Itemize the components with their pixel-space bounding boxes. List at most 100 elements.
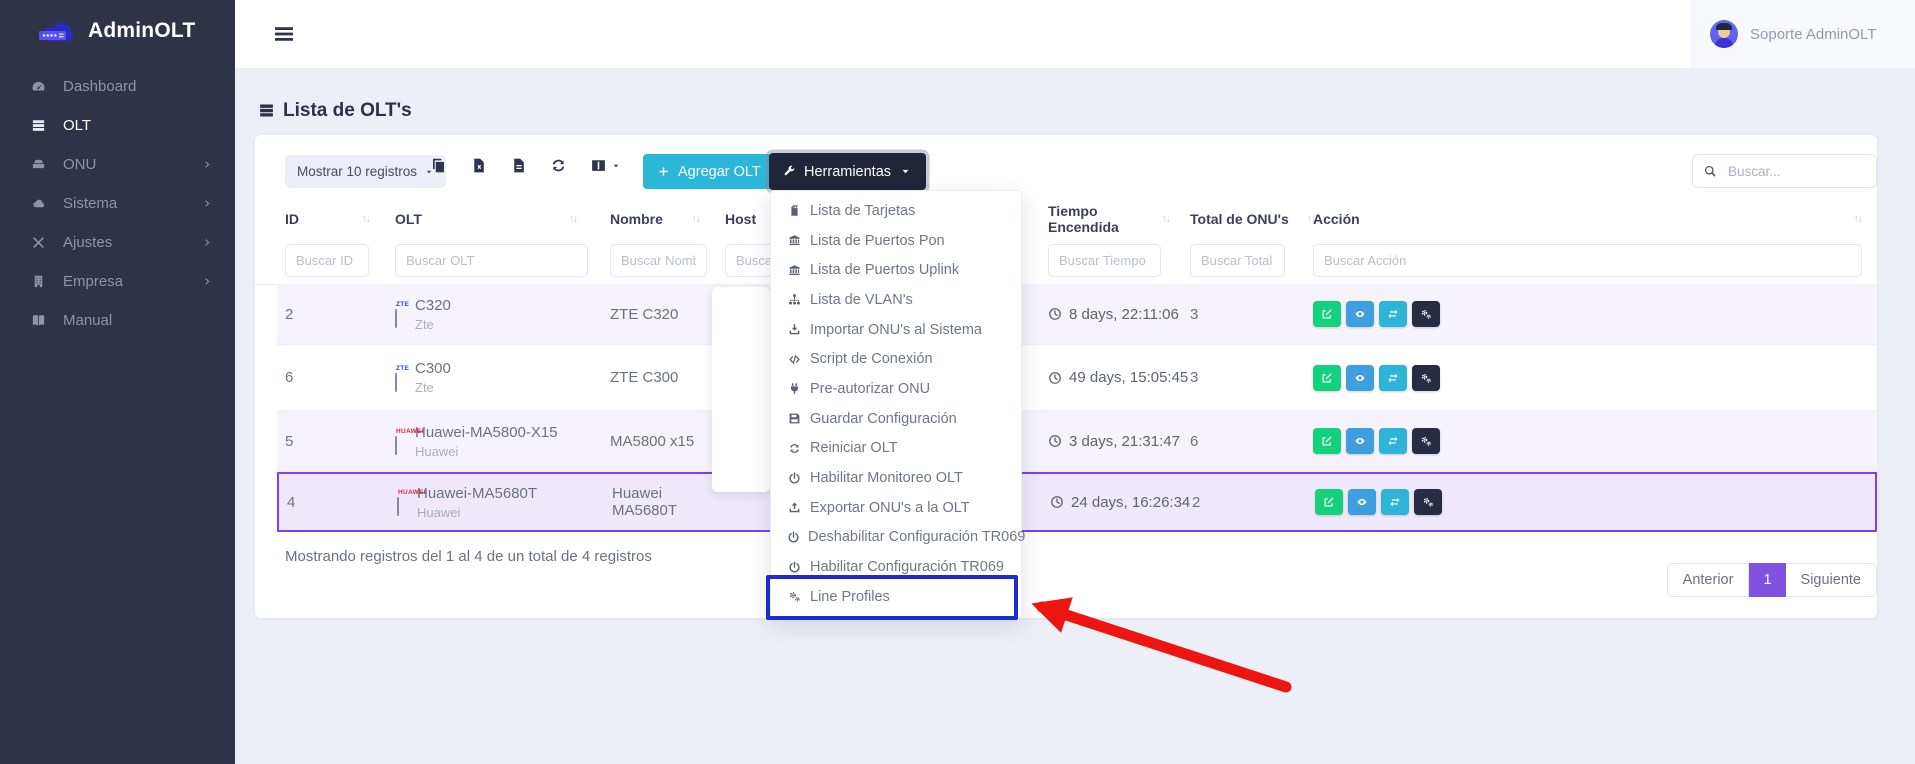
filter-total-input[interactable] xyxy=(1190,244,1285,277)
filter-olt-input[interactable] xyxy=(395,244,588,277)
olt-settings-button[interactable] xyxy=(1412,428,1440,454)
bank-icon xyxy=(787,264,802,277)
filter-nombre-input[interactable] xyxy=(610,244,707,277)
sync-onus-button[interactable] xyxy=(1379,301,1407,327)
exch-icon xyxy=(1387,372,1399,384)
search-input[interactable] xyxy=(1726,163,1907,180)
page-title-text: Lista de OLT's xyxy=(283,100,412,122)
menu-item-habilitar-monitoreo-olt[interactable]: Habilitar Monitoreo OLT xyxy=(771,463,1021,493)
sidebar-item-label: Sistema xyxy=(63,195,202,212)
filter-tiempo-input[interactable] xyxy=(1048,244,1161,277)
sidebar-item-olt[interactable]: OLT xyxy=(0,106,235,145)
caret-down-icon xyxy=(899,165,912,178)
menu-item-label: Habilitar Monitoreo OLT xyxy=(810,470,963,486)
sidebar-item-empresa[interactable]: Empresa xyxy=(0,262,235,301)
table-row[interactable]: 6ZTEC300ZteZTE C30049 days, 15:05:453 xyxy=(277,345,1877,411)
olt-settings-button[interactable] xyxy=(1412,301,1440,327)
book-icon xyxy=(28,313,48,328)
menu-item-guardar-configuraci-n[interactable]: Guardar Configuración xyxy=(771,404,1021,434)
plug-icon xyxy=(787,382,802,395)
column-header-label: Acción xyxy=(1313,211,1360,227)
view-olt-button[interactable] xyxy=(1346,365,1374,391)
row-uptime-cell: 49 days, 15:05:45 xyxy=(1048,345,1190,410)
sidebar-item-ajustes[interactable]: Ajustes xyxy=(0,223,235,262)
sync-onus-button[interactable] xyxy=(1379,428,1407,454)
gears-icon xyxy=(1420,308,1432,320)
olt-device-image: ZTE xyxy=(395,301,397,327)
show-entries-select[interactable]: Mostrar 10 registros xyxy=(285,155,446,188)
column-header-total-de-onu-s[interactable]: Total de ONU's↑↓ xyxy=(1190,201,1315,237)
edit-olt-button[interactable] xyxy=(1313,301,1341,327)
row-actions-cell xyxy=(1313,411,1873,471)
code-icon xyxy=(787,353,802,366)
filter-id-input[interactable] xyxy=(285,244,369,277)
menu-item-lista-de-puertos-pon[interactable]: Lista de Puertos Pon xyxy=(771,226,1021,256)
column-header-acci-n[interactable]: Acción↑↓ xyxy=(1313,201,1862,237)
olt-settings-button[interactable] xyxy=(1412,365,1440,391)
sidebar-item-manual[interactable]: Manual xyxy=(0,301,235,340)
pagination-previous-button[interactable]: Anterior xyxy=(1667,563,1750,597)
column-header-nombre[interactable]: Nombre↑↓ xyxy=(610,201,700,237)
clock-icon xyxy=(1048,434,1062,448)
tools-dropdown-button[interactable]: Herramientas xyxy=(769,153,926,190)
sidebar-item-dashboard[interactable]: Dashboard xyxy=(0,67,235,106)
edit-olt-button[interactable] xyxy=(1315,489,1343,515)
column-header-id[interactable]: ID↑↓ xyxy=(285,201,370,237)
column-header-olt[interactable]: OLT↑↓ xyxy=(395,201,577,237)
menu-item-reiniciar-olt[interactable]: Reiniciar OLT xyxy=(771,434,1021,464)
menu-item-deshabilitar-configuraci-n-tr069[interactable]: Deshabilitar Configuración TR069 xyxy=(771,523,1021,553)
save-icon xyxy=(787,412,802,425)
view-olt-button[interactable] xyxy=(1346,428,1374,454)
column-header-tiempo-encendida[interactable]: Tiempo Encendida↑↓ xyxy=(1048,201,1170,237)
menu-item-lista-de-vlan-s[interactable]: Lista de VLAN's xyxy=(771,285,1021,315)
copy-button[interactable] xyxy=(430,157,447,174)
pagination-page-1-button[interactable]: 1 xyxy=(1749,563,1785,597)
view-olt-button[interactable] xyxy=(1348,489,1376,515)
menu-toggle-icon[interactable] xyxy=(272,22,298,46)
pen-icon xyxy=(1321,435,1333,447)
refresh-button[interactable] xyxy=(550,157,567,174)
sync-onus-button[interactable] xyxy=(1381,489,1409,515)
device-brand-label: ZTE xyxy=(396,301,409,308)
menu-item-lista-de-puertos-uplink[interactable]: Lista de Puertos Uplink xyxy=(771,255,1021,285)
sort-icon: ↑↓ xyxy=(362,213,371,225)
menu-item-pre-autorizar-onu[interactable]: Pre-autorizar ONU xyxy=(771,374,1021,404)
exch-icon xyxy=(1387,308,1399,320)
table-row[interactable]: 2ZTEC320ZteZTE C3208 days, 22:11:063 xyxy=(277,284,1877,345)
table-row[interactable]: 4HUAWEIHuawei-MA5680THuaweiHuawei MA5680… xyxy=(277,472,1877,532)
edit-olt-button[interactable] xyxy=(1313,365,1341,391)
uptime-text: 24 days, 16:26:34 xyxy=(1071,494,1190,511)
menu-item-script-de-conexi-n[interactable]: Script de Conexión xyxy=(771,344,1021,374)
clock-icon xyxy=(1048,307,1062,321)
add-olt-button[interactable]: Agregar OLT xyxy=(643,154,775,189)
olt-settings-button[interactable] xyxy=(1414,489,1442,515)
pagination-next-button[interactable]: Siguiente xyxy=(1786,563,1877,597)
menu-item-lista-de-tarjetas[interactable]: Lista de Tarjetas xyxy=(771,196,1021,226)
export-excel-button[interactable] xyxy=(470,157,487,174)
filter-accion-input[interactable] xyxy=(1313,244,1862,277)
sidebar-item-onu[interactable]: ONU xyxy=(0,145,235,184)
view-olt-button[interactable] xyxy=(1346,301,1374,327)
user-menu[interactable]: Soporte AdminOLT xyxy=(1690,0,1915,68)
row-onu-count-cell: 2 xyxy=(1192,474,1312,530)
row-id-cell: 2 xyxy=(285,284,385,344)
column-header-label: Total de ONU's xyxy=(1190,211,1289,227)
sync-onus-button[interactable] xyxy=(1379,365,1407,391)
device-chassis xyxy=(395,309,397,328)
column-visibility-button[interactable] xyxy=(590,157,621,174)
export-file-button[interactable] xyxy=(510,157,527,174)
table-search xyxy=(1692,154,1877,188)
sidebar-item-label: Ajustes xyxy=(63,234,202,251)
row-nombre-cell: ZTE C320 xyxy=(610,284,725,344)
file-excel-icon xyxy=(470,157,487,174)
device-brand-label: HUAWEI xyxy=(398,489,426,496)
uptime-text: 49 days, 15:05:45 xyxy=(1069,369,1188,386)
edit-olt-button[interactable] xyxy=(1313,428,1341,454)
menu-item-importar-onu-s-al-sistema[interactable]: Importar ONU's al Sistema xyxy=(771,315,1021,345)
show-entries-label: Mostrar 10 registros xyxy=(297,164,417,179)
menu-item-exportar-onu-s-a-la-olt[interactable]: Exportar ONU's a la OLT xyxy=(771,493,1021,523)
app-logo[interactable]: AdminOLT xyxy=(0,0,235,45)
table-row[interactable]: 5HUAWEIHuawei-MA5800-X15HuaweiMA5800 x15… xyxy=(277,411,1877,472)
sort-icon: ↑↓ xyxy=(1162,213,1171,225)
sidebar-item-sistema[interactable]: Sistema xyxy=(0,184,235,223)
